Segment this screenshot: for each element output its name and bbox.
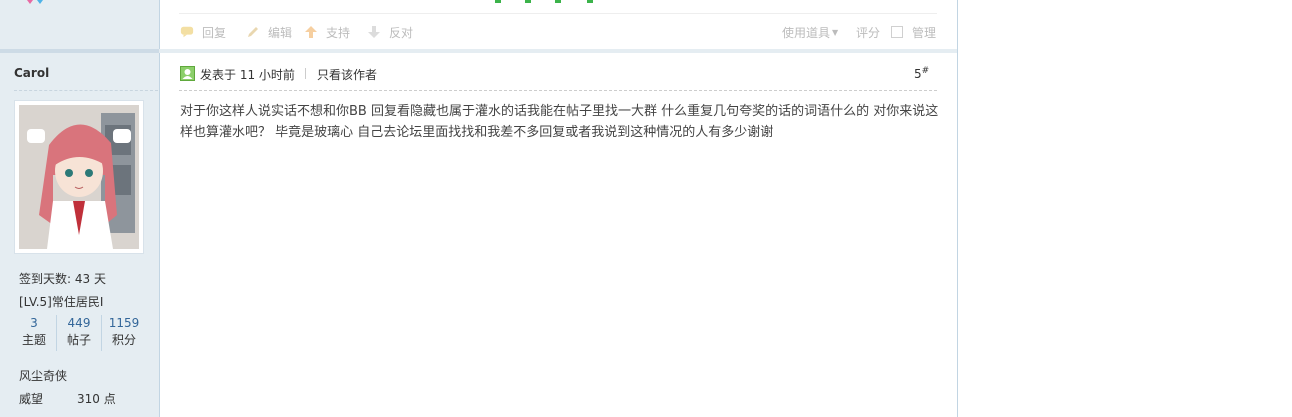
stat-threads[interactable]: 3 主题 xyxy=(12,315,56,351)
post-divider xyxy=(159,49,958,53)
user-level[interactable]: [LV.5]常住居民I xyxy=(19,293,103,310)
avatar[interactable] xyxy=(14,100,144,254)
stat-threads-value: 3 xyxy=(30,316,38,330)
author-divider xyxy=(14,90,158,91)
floor-number[interactable]: 5# xyxy=(914,66,929,81)
previous-author-badge-icon xyxy=(27,0,43,4)
edit-button[interactable]: 编辑 xyxy=(246,24,292,40)
reply-button[interactable]: 回复 xyxy=(180,24,226,40)
floor-value: 5 xyxy=(914,67,922,81)
action-bar-line xyxy=(179,13,937,14)
manage-control[interactable]: 管理 xyxy=(891,24,936,40)
manage-label: 管理 xyxy=(912,25,937,40)
post-content: 对于你这样人说实话不想和你BB 回复看隐藏也属于灌水的话我能在帖子里找一大群 什… xyxy=(180,104,939,140)
user-title: 风尘奇侠 xyxy=(19,369,68,383)
avatar-image xyxy=(19,105,139,249)
thumb-up-icon xyxy=(304,25,318,39)
stat-posts[interactable]: 449 帖子 xyxy=(56,315,101,351)
stat-points-value: 1159 xyxy=(108,316,140,330)
previous-post-decoration xyxy=(495,0,593,3)
support-button[interactable]: 支持 xyxy=(304,24,350,40)
author-stats: 3 主题 449 帖子 1159 积分 xyxy=(12,315,146,351)
pencil-icon xyxy=(246,25,260,39)
edit-label: 编辑 xyxy=(268,25,293,40)
oppose-label: 反对 xyxy=(389,25,414,40)
checkin-days: 签到天数: 43 天 xyxy=(19,272,106,286)
oppose-button[interactable]: 反对 xyxy=(367,24,413,40)
panel-border xyxy=(957,0,958,417)
online-status-icon xyxy=(180,66,195,81)
reply-icon xyxy=(180,25,194,39)
chevron-down-icon: ▼ xyxy=(832,27,839,37)
rate-link[interactable]: 评分 xyxy=(856,24,880,40)
use-item-menu[interactable]: 使用道具 ▼ xyxy=(782,24,838,40)
use-item-label: 使用道具 xyxy=(782,25,831,40)
stat-posts-label: 帖子 xyxy=(66,333,91,347)
only-author-link[interactable]: 只看该作者 xyxy=(317,66,377,83)
header-separator xyxy=(305,68,306,79)
rate-label: 评分 xyxy=(856,25,881,40)
prestige-label: 威望 xyxy=(19,392,44,406)
support-label: 支持 xyxy=(326,25,351,40)
stat-points[interactable]: 1159 积分 xyxy=(101,315,146,351)
prestige-value: 310 点 xyxy=(77,392,116,406)
stat-posts-value: 449 xyxy=(67,316,91,330)
author-name[interactable]: Carol xyxy=(14,66,49,80)
manage-checkbox[interactable] xyxy=(891,26,903,38)
thumb-down-icon xyxy=(367,25,381,39)
post-header-divider xyxy=(179,90,937,91)
post-time: 发表于 11 小时前 xyxy=(200,68,295,82)
floor-mark: # xyxy=(921,66,930,76)
reply-label: 回复 xyxy=(202,25,227,40)
stat-points-label: 积分 xyxy=(111,333,136,347)
stat-threads-label: 主题 xyxy=(21,333,46,347)
sidebar-divider xyxy=(0,49,159,53)
